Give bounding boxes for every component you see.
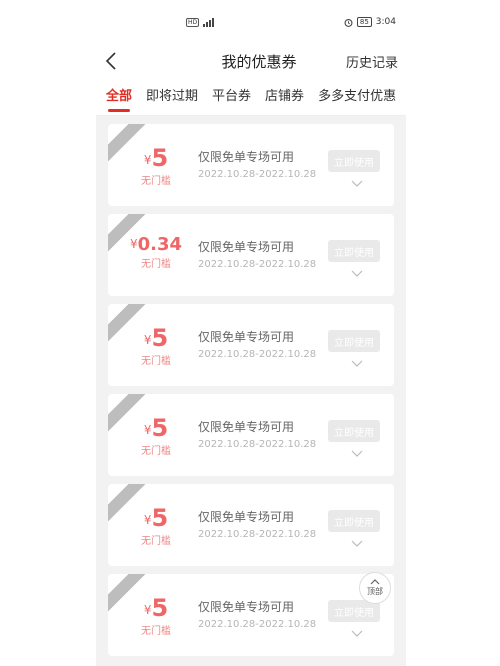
chevron-down-icon[interactable]	[351, 630, 363, 638]
back-to-top-label: 顶部	[367, 587, 383, 596]
coupon-amount: ¥5 无门槛	[126, 324, 186, 367]
chevron-left-icon	[105, 52, 116, 70]
hd-icon: HD	[186, 17, 200, 27]
back-button[interactable]	[104, 47, 132, 75]
coupon-date: 2022.10.28-2022.10.28	[198, 439, 317, 450]
coupon-info: 仅限免单专场可用 2022.10.28-2022.10.28	[198, 328, 316, 360]
coupon-condition: 无门槛	[141, 176, 171, 187]
chevron-down-icon[interactable]	[351, 270, 363, 278]
coupon-date: 2022.10.28-2022.10.28	[198, 259, 317, 270]
coupon-card: ¥5 无门槛 仅限免单专场可用 2022.10.28-2022.10.28 立即使用	[108, 484, 394, 566]
status-right: 85 3:04	[344, 17, 396, 27]
coupon-title: 仅限免单专场可用	[198, 240, 295, 254]
use-now-button[interactable]: 立即使用	[328, 330, 380, 352]
coupon-condition: 无门槛	[141, 536, 171, 547]
signal-icon	[203, 17, 215, 27]
chevron-down-icon[interactable]	[351, 540, 363, 548]
chevron-up-icon	[370, 579, 380, 585]
coupon-title: 仅限免单专场可用	[198, 420, 295, 434]
coupon-date: 2022.10.28-2022.10.28	[198, 169, 317, 180]
coupon-info: 仅限免单专场可用 2022.10.28-2022.10.28	[198, 238, 316, 270]
coupon-amount: ¥5 无门槛	[126, 144, 186, 187]
coupon-date: 2022.10.28-2022.10.28	[198, 349, 317, 360]
amount-value: 5	[151, 324, 169, 352]
chevron-down-icon[interactable]	[351, 450, 363, 458]
coupon-card: ¥5 无门槛 仅限免单专场可用 2022.10.28-2022.10.28 立即使用	[108, 304, 394, 386]
coupon-amount: ¥0.34 无门槛	[126, 234, 186, 270]
coupon-amount: ¥5 无门槛	[126, 414, 186, 457]
use-now-button[interactable]: 立即使用	[328, 240, 380, 262]
use-now-button[interactable]: 立即使用	[328, 510, 380, 532]
coupon-condition: 无门槛	[141, 259, 171, 270]
coupon-condition: 无门槛	[141, 626, 171, 637]
coupon-card: ¥5 无门槛 仅限免单专场可用 2022.10.28-2022.10.28 立即使用	[108, 124, 394, 206]
battery-icon: 85	[356, 17, 372, 27]
tab-bar: 全部 即将过期 平台券 店铺券 多多支付优惠	[96, 78, 406, 116]
status-bar: HD 85 3:04	[96, 0, 406, 44]
use-now-button[interactable]: 立即使用	[328, 150, 380, 172]
page-title: 我的优惠券	[221, 52, 297, 71]
coupon-title: 仅限免单专场可用	[198, 600, 295, 614]
amount-value: 5	[151, 144, 169, 172]
coupon-condition: 无门槛	[141, 446, 171, 457]
coupon-title: 仅限免单专场可用	[198, 330, 295, 344]
tab-platform[interactable]: 平台券	[212, 78, 251, 115]
coupon-date: 2022.10.28-2022.10.28	[198, 529, 317, 540]
tab-all[interactable]: 全部	[106, 78, 132, 115]
coupon-amount: ¥5 无门槛	[126, 594, 186, 637]
amount-value: 5	[151, 414, 169, 442]
phone-screen: HD 85 3:04 我的优惠券 历史记录 全部 即将过期 平台券 店铺券 多多…	[96, 0, 406, 666]
status-time: 3:04	[375, 17, 396, 27]
amount-value: 5	[151, 594, 169, 622]
coupon-info: 仅限免单专场可用 2022.10.28-2022.10.28	[198, 508, 316, 540]
back-to-top-button[interactable]: 顶部	[359, 572, 391, 604]
coupon-amount: ¥5 无门槛	[126, 504, 186, 547]
tab-store[interactable]: 店铺券	[265, 78, 304, 115]
coupon-info: 仅限免单专场可用 2022.10.28-2022.10.28	[198, 418, 316, 450]
use-now-button[interactable]: 立即使用	[328, 420, 380, 442]
tab-pay-discount[interactable]: 多多支付优惠	[318, 78, 396, 115]
coupon-info: 仅限免单专场可用 2022.10.28-2022.10.28	[198, 148, 316, 180]
coupon-title: 仅限免单专场可用	[198, 150, 295, 164]
alarm-icon	[344, 18, 353, 27]
coupon-title: 仅限免单专场可用	[198, 510, 295, 524]
currency-symbol: ¥	[129, 237, 138, 251]
coupon-card: ¥0.34 无门槛 仅限免单专场可用 2022.10.28-2022.10.28 立…	[108, 214, 394, 296]
coupon-condition: 无门槛	[141, 356, 171, 367]
coupon-card: ¥5 无门槛 仅限免单专场可用 2022.10.28-2022.10.28 立即使用	[108, 574, 394, 656]
coupon-card: ¥5 无门槛 仅限免单专场可用 2022.10.28-2022.10.28 立即使用	[108, 394, 394, 476]
status-left: HD	[186, 17, 217, 27]
amount-value: 0.34	[137, 234, 183, 255]
amount-value: 5	[151, 504, 169, 532]
tab-expiring[interactable]: 即将过期	[146, 78, 198, 115]
history-link[interactable]: 历史记录	[346, 52, 398, 71]
chevron-down-icon[interactable]	[351, 180, 363, 188]
coupon-date: 2022.10.28-2022.10.28	[198, 619, 317, 630]
coupon-info: 仅限免单专场可用 2022.10.28-2022.10.28	[198, 598, 316, 630]
nav-bar: 我的优惠券 历史记录	[96, 44, 406, 78]
chevron-down-icon[interactable]	[351, 360, 363, 368]
